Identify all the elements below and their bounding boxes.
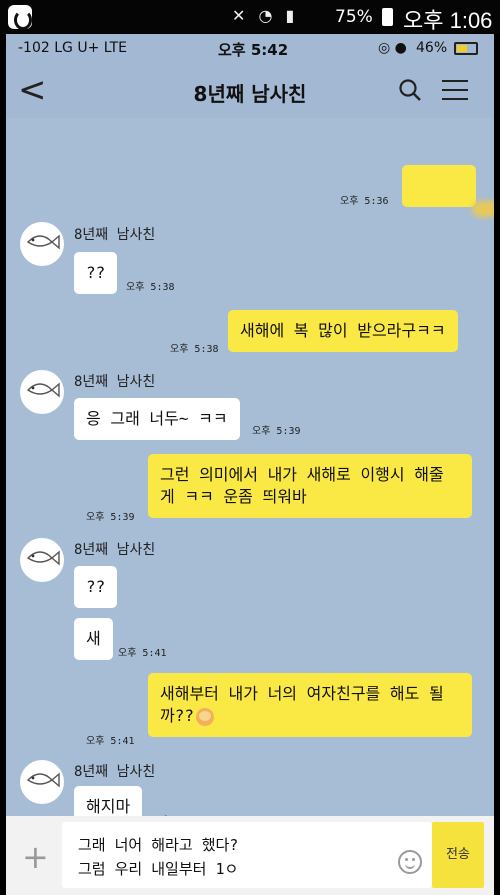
message-input[interactable]: 그래 너어 해라고 했다? 그럼 우리 내일부터 1ㅇ <box>62 822 432 888</box>
message-time: 오후 5:39 <box>86 512 135 523</box>
device-clock: 오후 1:06 <box>403 8 493 33</box>
message-input-bar: + 그래 너어 해라고 했다? 그럼 우리 내일부터 1ㅇ 전송 <box>6 816 494 895</box>
message-bubble-them[interactable]: ?? <box>74 252 118 294</box>
sender-name: 8년째 남사친 <box>74 227 156 243</box>
input-text-line: 그럼 우리 내일부터 1ㅇ <box>78 860 239 878</box>
message-text: 응 그래 너두~ ㅋㅋ <box>86 409 228 428</box>
fish-avatar-icon <box>26 550 60 566</box>
message-text-line: 그런 의미에서 내가 새해로 이행시 해줄 <box>160 465 444 484</box>
chat-screen: -102 LG U+ LTE 오후 5:42 ◎ ● 46% < 8년째 남사친… <box>6 34 494 895</box>
message-bubble-me[interactable]: 그런 의미에서 내가 새해로 이행시 해줄게 ㅋㅋ 운좀 띄워바 <box>148 454 472 518</box>
avatar[interactable] <box>20 370 64 414</box>
message-list: 오후 5:36 아 8년째 남사친 ?? 오후 5:38 오후 5:38 새해에… <box>6 118 494 828</box>
emoji-picker-icon[interactable] <box>398 850 422 874</box>
battery-icon <box>382 8 393 26</box>
send-button[interactable]: 전송 <box>432 822 484 888</box>
message-time: 오후 5:38 <box>170 344 219 355</box>
menu-icon[interactable] <box>442 80 468 102</box>
signal-icons: ✕ ◔ ▮ <box>232 6 299 25</box>
avatar[interactable] <box>20 538 64 582</box>
chat-header: < 8년째 남사친 <box>6 62 494 118</box>
message-time: 오후 5:41 <box>86 736 135 747</box>
sender-name: 8년째 남사친 <box>74 542 156 558</box>
redacted-name <box>471 200 494 217</box>
message-text: 해지마 <box>86 797 131 816</box>
battery-icon <box>454 42 478 55</box>
message-time: 오후 5:36 <box>340 196 389 207</box>
device-status-bar: ✕ ◔ ▮ 75% 오후 1:06 <box>0 0 500 34</box>
battery-percent: 46% <box>416 40 448 56</box>
fish-avatar-icon <box>26 382 60 398</box>
fish-avatar-icon <box>26 234 60 250</box>
message-time: 오후 5:41 <box>118 648 167 659</box>
avatar[interactable] <box>20 760 64 804</box>
message-bubble-them[interactable]: ?? <box>74 566 118 608</box>
message-bubble-me[interactable]: 새해부터 내가 너의 여자친구를 해도 될까?? <box>148 673 472 737</box>
message-text: ?? <box>86 263 106 282</box>
plus-icon[interactable]: + <box>22 838 49 876</box>
message-bubble-them[interactable]: 응 그래 너두~ ㅋㅋ <box>74 398 240 440</box>
message-time: 오후 5:39 <box>252 426 301 437</box>
avatar[interactable] <box>20 222 64 266</box>
message-text: ?? <box>86 577 106 596</box>
carrier-label: -102 LG U+ LTE <box>18 40 128 56</box>
search-icon[interactable] <box>398 78 422 102</box>
message-bubble-them[interactable]: 새 <box>74 618 113 660</box>
sender-name: 8년째 남사친 <box>74 764 156 780</box>
message-text: 새해에 복 많이 받으라구ㅋㅋ <box>240 321 446 340</box>
message-text-line: 게 ㅋㅋ 운좀 띄워바 <box>160 487 307 506</box>
alarm-icon: ◎ ● <box>378 40 407 56</box>
message-bubble-me[interactable]: 새해에 복 많이 받으라구ㅋㅋ <box>228 310 458 352</box>
app-notification-icon <box>8 5 32 30</box>
message-text-line: 까?? <box>160 706 194 725</box>
device-battery-percent: 75% <box>335 7 373 27</box>
message-text: 새 <box>86 629 101 648</box>
message-bubble-me[interactable]: 아 <box>402 165 494 217</box>
status-bar: -102 LG U+ LTE 오후 5:42 ◎ ● 46% <box>6 34 494 62</box>
fish-avatar-icon <box>26 772 60 788</box>
emoji-icon <box>196 707 214 726</box>
message-text-line: 새해부터 내가 너의 여자친구를 해도 될 <box>160 684 444 703</box>
input-text-line: 그래 너어 해라고 했다? <box>78 836 239 854</box>
sender-name: 8년째 남사친 <box>74 374 156 390</box>
status-clock: 오후 5:42 <box>218 41 289 59</box>
message-time: 오후 5:38 <box>126 282 175 293</box>
